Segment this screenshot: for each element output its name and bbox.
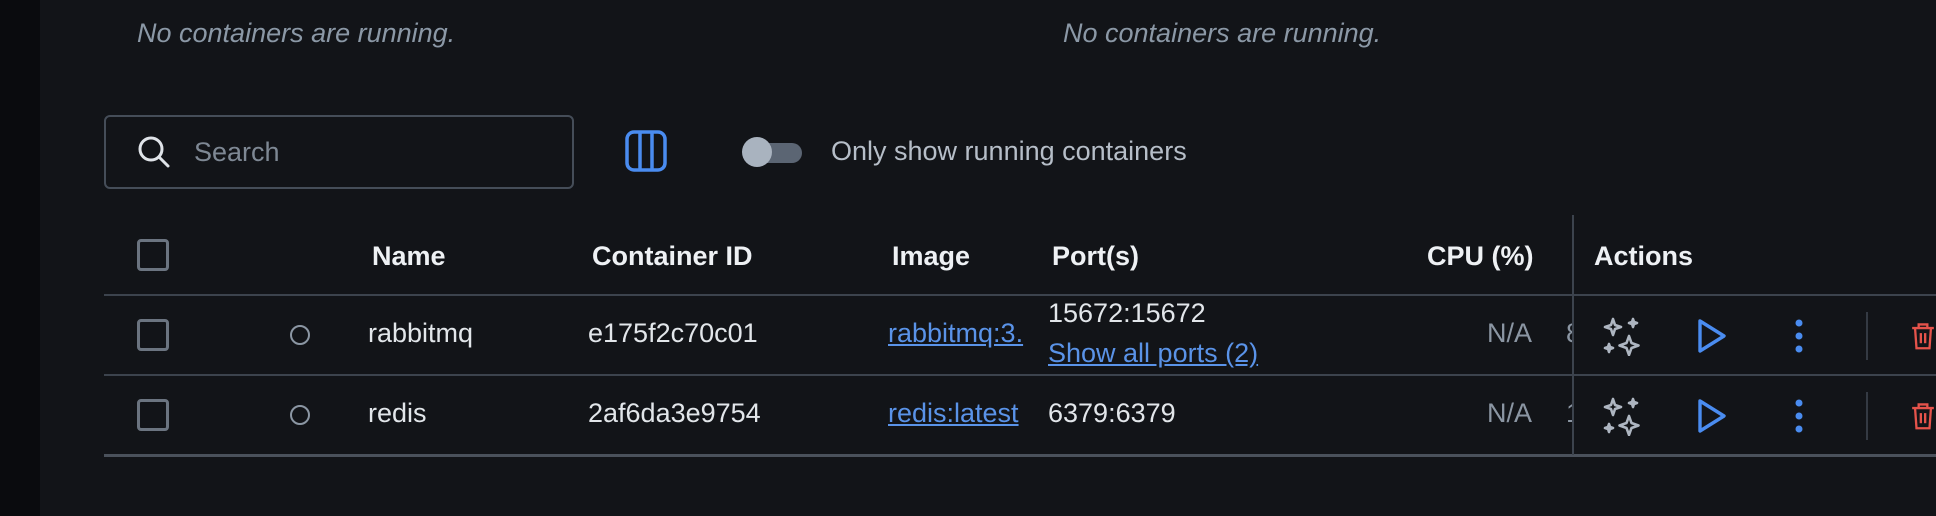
- header-divider: [104, 294, 1936, 296]
- row-checkbox[interactable]: [137, 319, 169, 351]
- actions-column-divider: [1572, 215, 1574, 455]
- columns-icon[interactable]: [624, 129, 668, 173]
- actions-separator: [1866, 312, 1868, 360]
- more-actions-button[interactable]: [1776, 391, 1822, 441]
- container-status-icon: [290, 325, 310, 345]
- row-checkbox[interactable]: [137, 399, 169, 431]
- container-id: e175f2c70c01: [588, 318, 758, 348]
- actions-separator: [1866, 392, 1868, 440]
- play-icon: [1698, 319, 1726, 353]
- start-button[interactable]: [1686, 311, 1736, 361]
- column-header-actions: Actions: [1594, 241, 1694, 271]
- column-header-image[interactable]: Image: [892, 241, 970, 272]
- container-id: 2af6da3e9754: [588, 398, 761, 428]
- more-actions-button[interactable]: [1776, 311, 1822, 361]
- port-mapping: 6379:6379: [1048, 398, 1176, 428]
- delete-button[interactable]: [1910, 311, 1936, 361]
- row-divider: [104, 374, 1936, 376]
- sparkles-icon: [1603, 317, 1640, 356]
- show-all-ports-link[interactable]: Show all ports (2): [1048, 338, 1258, 369]
- search-field[interactable]: [104, 115, 574, 189]
- start-button[interactable]: [1686, 391, 1736, 441]
- container-name[interactable]: rabbitmq: [368, 318, 473, 349]
- truncated-column-value: 1: [1566, 398, 1572, 429]
- ai-assist-button[interactable]: [1598, 311, 1648, 361]
- cpu-value: N/A: [1487, 318, 1533, 348]
- running-only-toggle[interactable]: [742, 136, 802, 167]
- search-icon: [138, 136, 170, 168]
- cpu-value: N/A: [1487, 398, 1533, 428]
- container-name[interactable]: redis: [368, 398, 427, 429]
- container-status-icon: [290, 405, 310, 425]
- column-header-cpu[interactable]: CPU (%): [1427, 241, 1534, 272]
- trash-icon: [1912, 323, 1934, 350]
- kebab-icon: [1795, 399, 1803, 433]
- left-sidebar-edge: [0, 0, 40, 516]
- delete-button[interactable]: [1910, 391, 1936, 441]
- empty-state-message-right: No containers are running.: [1063, 18, 1382, 48]
- truncated-column-value: 8: [1566, 318, 1572, 349]
- ai-assist-button[interactable]: [1598, 391, 1648, 441]
- column-header-ports[interactable]: Port(s): [1052, 241, 1139, 272]
- trash-icon: [1912, 403, 1934, 430]
- sparkles-icon: [1603, 397, 1640, 436]
- play-icon: [1698, 399, 1726, 433]
- column-header-container-id[interactable]: Container ID: [592, 241, 753, 272]
- port-mapping: 15672:15672: [1048, 298, 1206, 328]
- empty-state-message-left: No containers are running.: [137, 18, 456, 48]
- running-only-label: Only show running containers: [831, 136, 1187, 166]
- toggle-knob: [742, 137, 772, 167]
- image-link[interactable]: redis:latest: [888, 398, 1033, 429]
- search-input[interactable]: [192, 135, 556, 169]
- kebab-icon: [1795, 319, 1803, 353]
- select-all-checkbox[interactable]: [137, 239, 169, 271]
- column-header-name[interactable]: Name: [372, 241, 446, 272]
- table-bottom-border: [104, 454, 1936, 457]
- image-link[interactable]: rabbitmq:3.: [888, 318, 1033, 349]
